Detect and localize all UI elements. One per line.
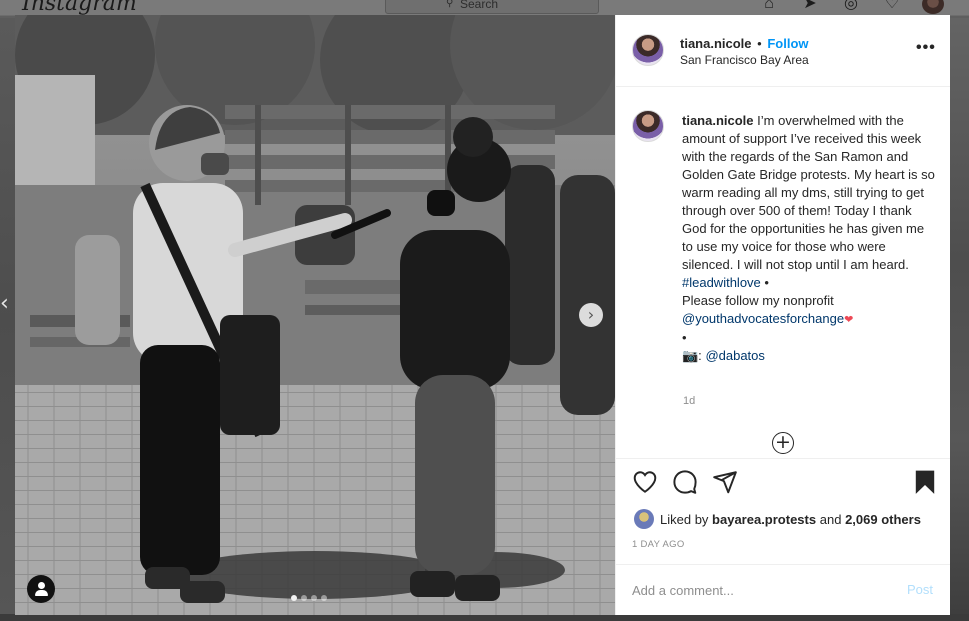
share-icon[interactable] [712,469,738,495]
caption-author-avatar[interactable] [632,110,664,142]
follow-button[interactable]: Follow [767,36,808,51]
header-separator: • [757,36,762,51]
post-photo[interactable]: › [15,15,615,615]
direct-icon[interactable]: ➤ [799,0,821,14]
author-avatar[interactable] [632,34,664,66]
likes-summary: Liked by bayarea.protests and 2,069 othe… [616,505,950,535]
caption-age: 1d [683,395,696,407]
comment-form: Post [616,565,950,615]
caption-text: I’m overwhelmed with the amount of suppo… [682,113,935,272]
carousel-dot [321,595,327,601]
liker-avatar[interactable] [634,509,654,529]
action-bar [616,459,950,505]
post-photo-image [15,15,615,615]
hashtag-link[interactable]: #leadwithlove [682,275,761,290]
heart-icon[interactable]: ♡ [881,0,903,14]
carousel-dot [291,595,297,601]
carousel-dot [311,595,317,601]
search-icon: ⚲ [446,0,454,9]
tagged-users-icon[interactable] [27,575,55,603]
mention-link-photographer[interactable]: @dabatos [705,348,764,363]
search-input[interactable]: ⚲ Search [385,0,599,14]
background-feed-left [0,18,15,621]
likes-count[interactable]: 2,069 others [845,512,921,527]
author-username[interactable]: tiana.nicole [680,36,752,51]
post-modal: › tiana.nicole • Follow San Francisco Ba… [15,15,950,615]
background-feed-right [950,18,969,621]
carousel-next-button[interactable]: › [579,303,603,327]
mention-link-nonprofit[interactable]: @youthadvocatesforchange [682,311,844,326]
carousel-dot [301,595,307,601]
post-sidebar: tiana.nicole • Follow San Francisco Bay … [615,15,950,615]
instagram-logo[interactable]: Instagram [22,0,137,16]
save-bookmark-icon[interactable] [912,469,938,495]
caption-username[interactable]: tiana.nicole [682,113,754,128]
liker-username[interactable]: bayarea.protests [712,512,816,527]
likes-text: Liked by bayarea.protests and 2,069 othe… [660,512,921,527]
post-date[interactable]: 1 DAY AGO [616,535,950,565]
caption-bullet: • [764,275,769,290]
caption-section: tiana.nicole I’m overwhelmed with the am… [616,87,950,459]
search-placeholder: Search [460,0,499,11]
caption-text-2: Please follow my nonprofit [682,293,834,308]
home-icon[interactable]: ⌂ [758,0,780,14]
post-comment-button[interactable]: Post [907,582,933,597]
post-caption: tiana.nicole I’m overwhelmed with the am… [682,112,936,365]
more-options-icon[interactable]: ••• [916,39,936,57]
caption-bullet-2: • [682,330,687,345]
red-heart-icon: ❤ [844,314,854,326]
liked-by-label: Liked by [660,512,709,527]
author-line: tiana.nicole • Follow [680,36,809,51]
likes-conjunction: and [819,512,842,527]
like-heart-icon[interactable] [632,469,658,495]
nav-icons: ⌂ ➤ ◎ ♡ [758,0,944,14]
camera-icon: 📷: [682,348,702,363]
carousel-dots [291,595,327,601]
comment-input[interactable] [632,579,892,601]
top-navigation-bar: Instagram ⚲ Search ⌂ ➤ ◎ ♡ [0,0,969,16]
post-header: tiana.nicole • Follow San Francisco Bay … [616,15,950,87]
load-more-comments-icon[interactable]: + [772,432,794,454]
profile-avatar[interactable] [922,0,944,14]
post-location[interactable]: San Francisco Bay Area [680,53,809,67]
explore-icon[interactable]: ◎ [840,0,862,14]
comment-icon[interactable] [672,469,698,495]
previous-post-arrow-icon[interactable]: ‹ [0,292,14,316]
background-feed-bottom [0,614,969,621]
